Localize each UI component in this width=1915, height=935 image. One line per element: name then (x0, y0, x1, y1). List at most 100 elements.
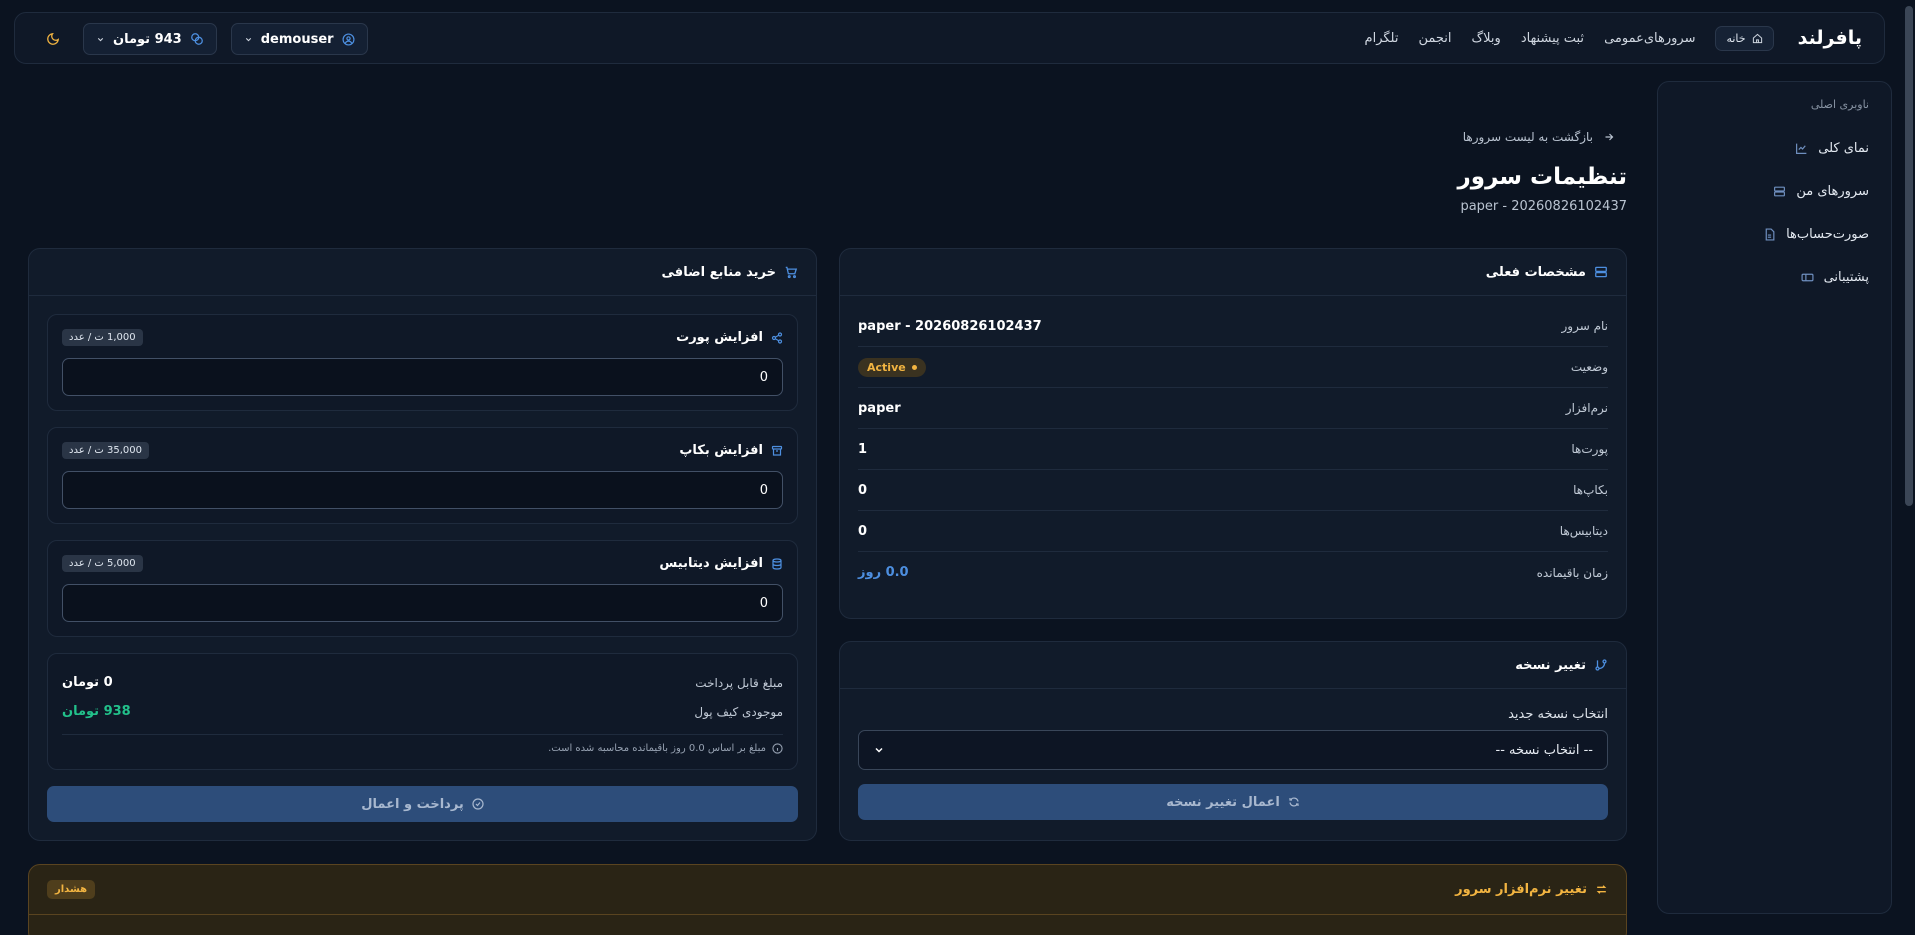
spec-row-backups: بکاپ‌ها 0 (858, 470, 1608, 511)
nav-forum[interactable]: انجمن (1418, 31, 1451, 46)
pay-button-label: پرداخت و اعمال (361, 796, 464, 812)
warning-header: تغییر نرم‌افزار سرور هشدار (29, 865, 1626, 915)
back-link-label: بازگشت به لیست سرورها (1462, 130, 1593, 144)
current-specs-card: مشخصات فعلی نام سرور paper - 20260826102… (839, 248, 1627, 619)
server-icon (1773, 185, 1786, 198)
status-dot-icon (911, 364, 917, 370)
change-software-warning-card: تغییر نرم‌افزار سرور هشدار (28, 864, 1627, 935)
main-nav: سرورهای‌عمومی ثبت پیشنهاد وبلاگ انجمن تل… (1365, 31, 1696, 46)
status-badge: Active (858, 357, 926, 377)
resource-name-text: افزایش دیتابیس (659, 556, 763, 571)
top-navbar: پافرلند خانه سرورهای‌عمومی ثبت پیشنهاد و… (14, 12, 1885, 64)
pay-and-apply-button[interactable]: پرداخت و اعمال (47, 786, 798, 822)
spec-row-remaining-time: زمان باقیمانده 0.0 روز (858, 552, 1608, 593)
brand-logo[interactable]: پافرلند (1798, 27, 1862, 49)
topbar-actions: demouser 943 تومان (37, 23, 368, 55)
spec-value: 0 (858, 523, 868, 539)
check-circle-icon (472, 798, 484, 810)
username: demouser (260, 31, 334, 47)
refresh-icon (1288, 796, 1300, 808)
note-text: مبلغ بر اساس 0.0 روز باقیمانده محاسبه شد… (548, 743, 766, 754)
spec-row-software: نرم‌افزار paper (858, 388, 1608, 429)
nav-telegram[interactable]: تلگرام (1365, 31, 1399, 46)
user-menu-button[interactable]: demouser (230, 23, 368, 55)
spec-row-status: وضعیت Active (858, 347, 1608, 388)
resource-backup: افزایش بکاپ 35,000 ت / عدد 0 (47, 427, 798, 524)
sidebar-item-label: سرورهای من (1796, 184, 1869, 199)
archive-icon (771, 445, 783, 457)
arrow-right-icon (1603, 131, 1615, 143)
nav-public-servers[interactable]: سرورهای‌عمومی (1604, 31, 1695, 46)
home-button[interactable]: خانه (1715, 25, 1774, 51)
version-select[interactable]: -- انتخاب نسخه -- (858, 730, 1608, 770)
spec-label: دیتابیس‌ها (1559, 524, 1608, 538)
chart-icon (1795, 142, 1808, 155)
moon-icon (46, 32, 60, 46)
sidebar-item-support[interactable]: پشتیبانی (1680, 256, 1869, 299)
back-to-servers-link[interactable]: بازگشت به لیست سرورها (1463, 130, 1615, 144)
page-scrollbar[interactable] (1903, 0, 1915, 935)
status-text: Active (867, 360, 906, 374)
spec-value: 0 (858, 482, 868, 498)
warning-badge: هشدار (47, 880, 96, 899)
cart-icon (784, 265, 798, 279)
port-quantity-input[interactable]: 0 (62, 358, 783, 396)
buy-resources-card: خرید منابع اضافی افزایش پورت 1,000 ت / ع… (28, 248, 817, 841)
resource-database: افزایش دیتابیس 5,000 ت / عدد 0 (47, 540, 798, 637)
version-select-label: انتخاب نسخه جدید (1508, 707, 1608, 722)
spec-row-databases: دیتابیس‌ها 0 (858, 511, 1608, 552)
database-quantity-input[interactable]: 0 (62, 584, 783, 622)
card-header: خرید منابع اضافی (29, 249, 816, 296)
spec-value: paper - 20260826102437 (858, 318, 1042, 334)
sidebar-item-my-servers[interactable]: سرورهای من (1680, 170, 1869, 213)
resource-name: افزایش دیتابیس (659, 556, 783, 571)
spec-label: پورت‌ها (1571, 442, 1608, 456)
coins-icon (190, 32, 204, 46)
ticket-icon (1801, 271, 1814, 284)
nav-blog[interactable]: وبلاگ (1472, 31, 1501, 46)
price-tag: 5,000 ت / عدد (62, 555, 143, 572)
chevron-down-icon (873, 744, 885, 756)
scrollbar-thumb[interactable] (1905, 6, 1913, 506)
sidebar-item-overview[interactable]: نمای کلی (1680, 127, 1869, 170)
warning-title-text: تغییر نرم‌افزار سرور (1455, 882, 1587, 897)
share-icon (771, 331, 783, 344)
resource-name-text: افزایش بکاپ (679, 443, 763, 458)
apply-version-button[interactable]: اعمال تغییر نسخه (858, 784, 1608, 820)
spec-label: نام سرور (1561, 319, 1608, 333)
wallet-label: موجودی کیف پول (694, 704, 783, 719)
apply-version-label: اعمال تغییر نسخه (1166, 794, 1280, 810)
price-tag: 1,000 ت / عدد (62, 329, 143, 346)
spec-value: 0.0 روز (858, 565, 909, 580)
spec-value: paper (858, 400, 901, 416)
spec-value: 1 (858, 441, 868, 457)
payable-label: مبلغ قابل پرداخت (695, 675, 783, 690)
card-title: خرید منابع اضافی (661, 264, 776, 280)
spec-label: نرم‌افزار (1565, 401, 1608, 415)
theme-toggle-button[interactable] (37, 23, 69, 55)
sidebar-item-label: نمای کلی (1818, 141, 1869, 156)
spec-label: بکاپ‌ها (1573, 483, 1608, 497)
nav-suggestion[interactable]: ثبت پیشنهاد (1521, 31, 1584, 46)
spec-label: زمان باقیمانده (1536, 565, 1608, 580)
sidebar-item-invoices[interactable]: صورت‌حساب‌ها (1680, 213, 1869, 256)
backup-quantity-input[interactable]: 0 (62, 471, 783, 509)
wallet-row: موجودی کیف پول 938 تومان (62, 697, 783, 726)
server-icon (1594, 265, 1608, 279)
home-label: خانه (1726, 31, 1746, 45)
wallet-balance-button[interactable]: 943 تومان (83, 23, 217, 55)
document-icon (1763, 228, 1776, 241)
warning-title: تغییر نرم‌افزار سرور (1455, 882, 1608, 897)
sidebar-heading: ناوبری اصلی (1810, 98, 1869, 111)
card-header: تغییر نسخه (840, 642, 1626, 689)
spec-row-server-name: نام سرور paper - 20260826102437 (858, 306, 1608, 347)
resource-name-text: افزایش پورت (676, 330, 763, 345)
spec-label: وضعیت (1570, 360, 1608, 374)
card-title: مشخصات فعلی (1485, 264, 1586, 280)
page-title: تنظیمات سرور (1457, 164, 1627, 190)
card-title: تغییر نسخه (1515, 657, 1586, 673)
resource-port: افزایش پورت 1,000 ت / عدد 0 (47, 314, 798, 411)
card-header: مشخصات فعلی (840, 249, 1626, 296)
chevron-down-icon (244, 35, 253, 44)
info-icon (772, 743, 783, 754)
